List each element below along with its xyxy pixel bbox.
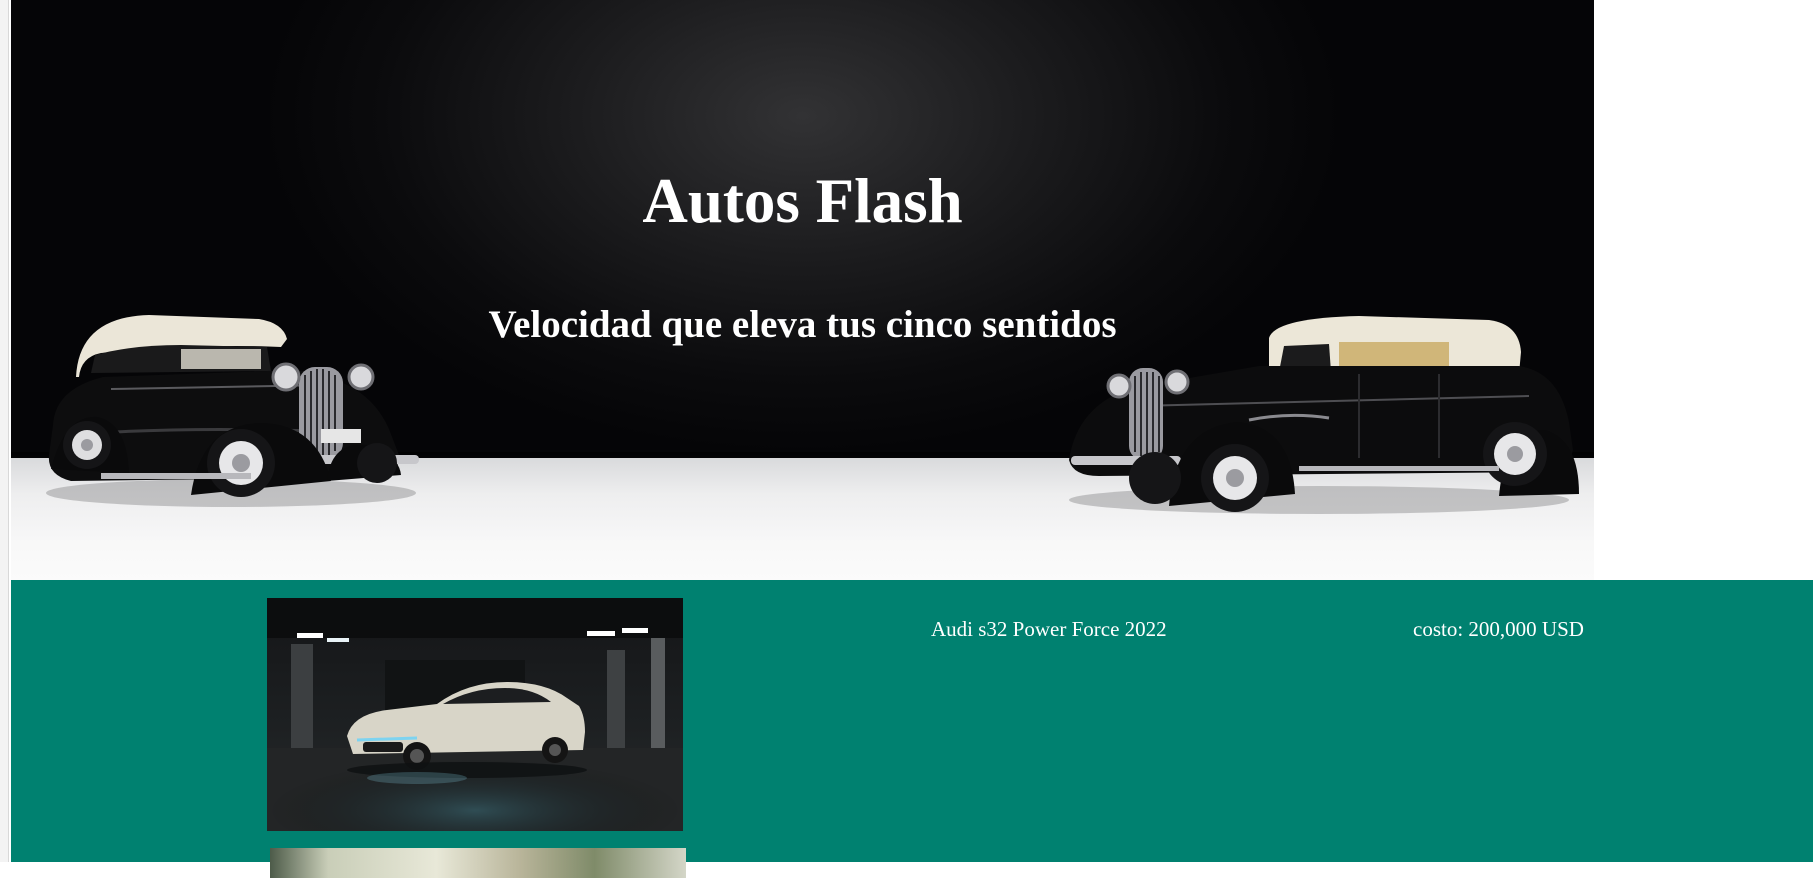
second-car-photo	[270, 848, 686, 878]
site-tagline: Velocidad que eleva tus cinco sentidos	[488, 303, 1117, 346]
car-price: costo: 200,000 USD	[1413, 617, 1584, 641]
page-left-edge	[0, 0, 9, 862]
audi-garage-image	[267, 598, 683, 831]
car-name: Audi s32 Power Force 2022	[931, 617, 1167, 641]
site-title: Autos Flash	[642, 166, 963, 236]
car-photo	[267, 598, 683, 831]
car-listing: Audi s32 Power Force 2022 costo: 200,000…	[11, 580, 1813, 878]
hero-banner: Autos Flash Velocidad que eleva tus cinc…	[11, 0, 1594, 580]
